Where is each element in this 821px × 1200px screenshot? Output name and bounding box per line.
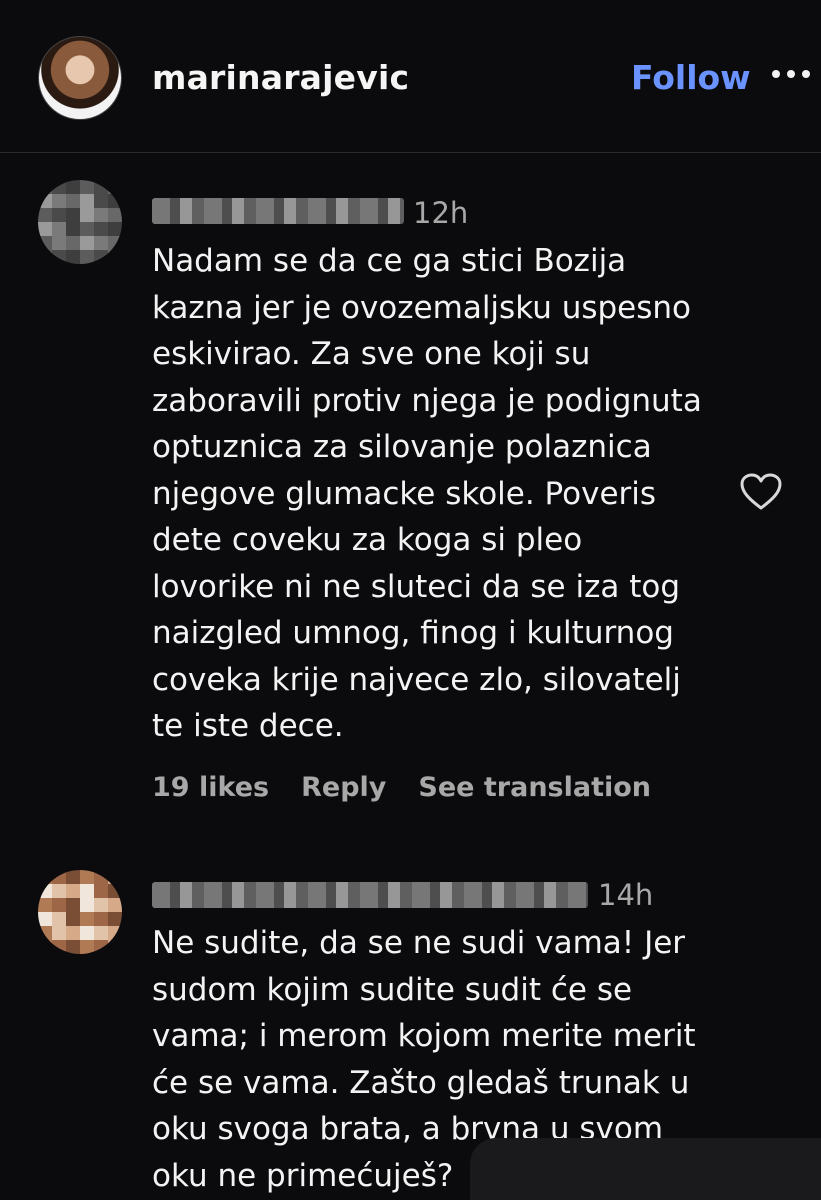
commenter-avatar[interactable] <box>38 180 122 264</box>
comment-text: Nadam se da ce ga stici Bozija kazna jer… <box>152 243 702 744</box>
profile-avatar[interactable] <box>38 36 122 120</box>
likes-count[interactable]: 19 likes <box>152 772 269 803</box>
more-options-icon[interactable] <box>768 56 814 96</box>
commenter-username-blurred[interactable] <box>152 882 588 908</box>
reply-button[interactable]: Reply <box>301 772 386 803</box>
like-heart-icon[interactable] <box>739 472 783 512</box>
commenter-avatar[interactable] <box>38 870 122 954</box>
commenter-username-blurred[interactable] <box>152 198 404 224</box>
see-translation-button[interactable]: See translation <box>418 772 651 803</box>
comment-timestamp: 12h <box>413 196 469 230</box>
overlay-panel <box>470 1138 821 1200</box>
comment-timestamp: 14h <box>598 878 654 912</box>
follow-button[interactable]: Follow <box>631 58 751 97</box>
username[interactable]: marinarajevic <box>152 58 409 97</box>
post-header: marinarajevic Follow <box>0 0 821 153</box>
comment-actions: 19 likes Reply See translation <box>152 772 651 803</box>
